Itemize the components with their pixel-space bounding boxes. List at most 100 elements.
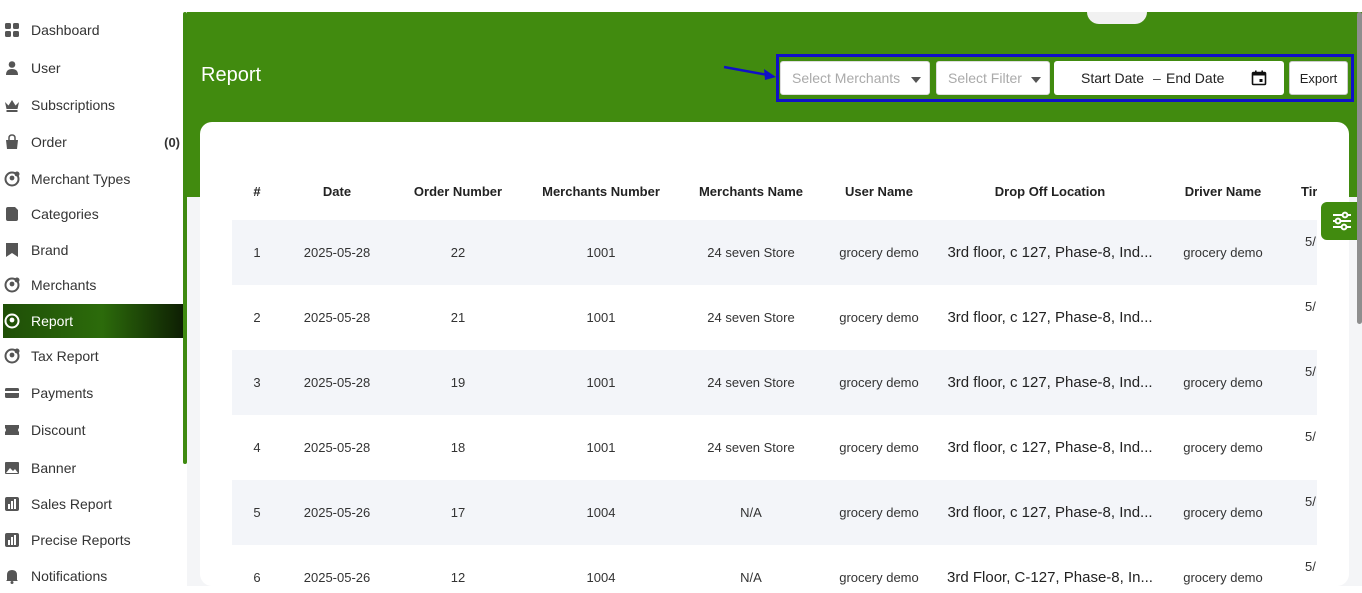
tax-report-icon [3, 347, 21, 365]
column-header[interactable]: Tir [1301, 162, 1317, 220]
column-header[interactable]: Merchants Number [526, 162, 676, 220]
table-cell: 2025-05-26 [303, 570, 371, 585]
sidebar-item-merchant-types[interactable]: Merchant Types [3, 162, 183, 196]
sidebar-item-payments[interactable]: Payments [3, 376, 183, 410]
date-range-picker[interactable]: Start Date – End Date [1054, 61, 1284, 95]
sidebar-item-label: Subscriptions [31, 97, 116, 113]
sidebar-item-order[interactable]: Order (0) [3, 125, 183, 159]
table-cell: 18 [450, 440, 466, 455]
sidebar-item-dashboard[interactable]: Dashboard [3, 13, 183, 47]
calendar-icon[interactable] [1251, 70, 1267, 86]
user-icon [3, 59, 21, 77]
annotation-arrow-icon [723, 65, 776, 80]
sidebar-item-banner[interactable]: Banner [3, 451, 183, 485]
report-icon [3, 312, 21, 330]
table-cell: 12 [450, 570, 466, 585]
select-filter-placeholder: Select Filter [948, 70, 1022, 86]
table-cell: 2 [253, 310, 261, 325]
bell-icon [3, 567, 21, 585]
table-cell: grocery demo [1183, 570, 1263, 585]
table-row[interactable]: 2 2025-05-28 21 1001 24 seven Store grocery d… [232, 285, 1317, 350]
table-cell: 3rd floor, c 127, Phase-8, Ind... [947, 309, 1153, 326]
sidebar-item-label: Merchants [31, 277, 97, 293]
column-header[interactable]: Date [282, 162, 392, 220]
order-count-badge: (0) [164, 134, 180, 150]
column-header[interactable]: # [237, 162, 277, 220]
sidebar-item-label: Notifications [31, 568, 108, 584]
sidebar-item-report[interactable]: Report [3, 304, 183, 338]
end-date-input[interactable]: End Date [1166, 70, 1224, 86]
table-cell: grocery demo [1183, 245, 1263, 260]
table-cell: 22 [450, 245, 466, 260]
table-row[interactable]: 1 2025-05-28 22 1001 24 seven Store grocery d… [232, 220, 1317, 285]
brand-icon [3, 241, 21, 259]
sidebar-item-discount[interactable]: Discount [3, 413, 183, 447]
sidebar-item-label: Discount [31, 422, 86, 438]
column-header[interactable]: User Name [824, 162, 934, 220]
table-cell: grocery demo [839, 505, 919, 520]
caret-down-icon [1031, 77, 1041, 83]
table-cell: grocery demo [839, 440, 919, 455]
table-cell: N/A [740, 570, 762, 585]
table-cell: 3rd Floor, C-127, Phase-8, In... [947, 569, 1153, 586]
table-row[interactable]: 3 2025-05-28 19 1001 24 seven Store grocery d… [232, 350, 1317, 415]
column-header[interactable]: Merchants Name [686, 162, 816, 220]
table-cell: grocery demo [839, 310, 919, 325]
sidebar-item-tax-report[interactable]: Tax Report [3, 339, 183, 373]
sliders-icon [1332, 211, 1351, 231]
column-header[interactable]: Order Number [398, 162, 518, 220]
sidebar-item-label: Brand [31, 242, 69, 258]
sidebar-item-label: Precise Reports [31, 532, 131, 548]
table-cell: grocery demo [1183, 375, 1263, 390]
select-filter-dropdown[interactable]: Select Filter [936, 61, 1050, 95]
sidebar-item-categories[interactable]: Categories [3, 197, 183, 231]
table-cell: 24 seven Store [707, 310, 795, 325]
table-cell: 3rd floor, c 127, Phase-8, Ind... [947, 439, 1153, 456]
table-row[interactable]: 5 2025-05-26 17 1004 N/A grocery demo 3rd floo… [232, 480, 1317, 545]
table-cell: 5 [253, 505, 261, 520]
date-separator: – [1153, 70, 1161, 86]
discount-icon [3, 421, 21, 439]
table-cell: grocery demo [839, 245, 919, 260]
merchant-icon [3, 276, 21, 294]
sidebar-item-brand[interactable]: Brand [3, 233, 183, 267]
column-header[interactable]: Driver Name [1163, 162, 1283, 220]
sidebar-item-user[interactable]: User [3, 51, 183, 85]
column-header[interactable]: Drop Off Location [945, 162, 1155, 220]
sidebar-item-label: User [31, 60, 61, 76]
sidebar-item-label: Dashboard [31, 22, 100, 38]
table-cell: 17 [450, 505, 466, 520]
table-cell: 1004 [586, 570, 616, 585]
sidebar-item-label: Order [31, 134, 67, 150]
table-cell: 5/ [1305, 494, 1316, 509]
page-scrollbar[interactable] [1357, 12, 1362, 324]
sales-report-icon [3, 495, 21, 513]
table-cell: 1001 [586, 310, 616, 325]
bag-icon [3, 133, 21, 151]
start-date-input[interactable]: Start Date [1081, 70, 1144, 86]
export-button[interactable]: Export [1289, 61, 1348, 95]
sidebar-item-label: Banner [31, 460, 77, 476]
select-merchants-dropdown[interactable]: Select Merchants [780, 61, 930, 95]
banner-icon [3, 459, 21, 477]
table-cell: 5/: [1305, 559, 1317, 574]
sidebar-item-precise-reports[interactable]: Precise Reports [3, 523, 183, 557]
sidebar-item-label: Categories [31, 206, 99, 222]
sidebar-item-notifications[interactable]: Notifications [3, 559, 183, 593]
table-row[interactable]: 6 2025-05-26 12 1004 N/A grocery demo 3rd Floo… [232, 545, 1317, 586]
table-cell: 2025-05-28 [303, 245, 371, 260]
table-cell: 1 [253, 245, 261, 260]
sidebar-item-sales-report[interactable]: Sales Report [3, 487, 183, 521]
caret-down-icon [911, 77, 921, 83]
table-row[interactable]: 4 2025-05-28 18 1001 24 seven Store grocery d… [232, 415, 1317, 480]
table-cell: 3rd floor, c 127, Phase-8, Ind... [947, 244, 1153, 261]
sidebar-item-merchants[interactable]: Merchants [3, 268, 183, 302]
settings-sliders-button[interactable] [1321, 202, 1362, 240]
precise-report-icon [3, 531, 21, 549]
table-cell: 1001 [586, 440, 616, 455]
main-content: Report Select Merchants Select Filter St… [187, 12, 1362, 586]
sidebar: Dashboard User Subscriptions Order (0) Mercha… [0, 0, 187, 586]
sidebar-item-label: Payments [31, 385, 94, 401]
sidebar-item-subscriptions[interactable]: Subscriptions [3, 88, 183, 122]
table-cell: 2025-05-28 [303, 440, 371, 455]
